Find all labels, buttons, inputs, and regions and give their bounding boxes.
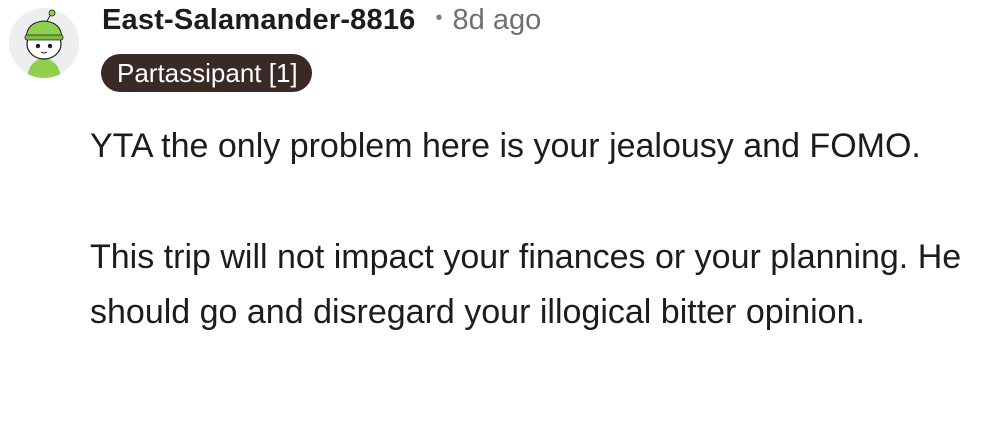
separator-dot: •: [435, 7, 443, 29]
comment-body: YTA the only problem here is your jealou…: [90, 119, 970, 340]
comment-header: East-Salamander-8816 • 8d ago: [102, 4, 541, 37]
snoo-avatar-icon[interactable]: [9, 8, 79, 78]
timestamp[interactable]: 8d ago: [453, 4, 542, 37]
avatar-illustration: [9, 8, 79, 78]
comment-paragraph: YTA the only problem here is your jealou…: [90, 127, 921, 165]
comment: East-Salamander-8816 • 8d ago Partassipa…: [0, 0, 987, 435]
comment-paragraph: This trip will not impact your finances …: [90, 238, 962, 331]
username-link[interactable]: East-Salamander-8816: [102, 4, 416, 37]
user-flair-badge: Partassipant [1]: [101, 54, 312, 92]
